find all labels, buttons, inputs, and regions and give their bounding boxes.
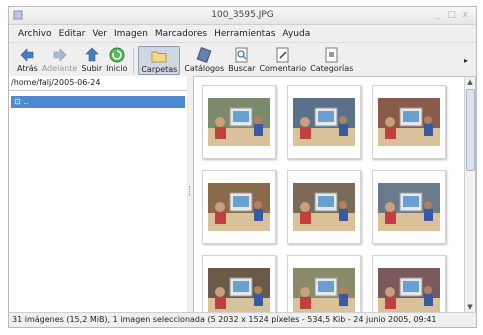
folder-tree: ⊡ ..	[11, 96, 185, 108]
search-icon	[235, 47, 248, 62]
thumbnail-item[interactable]	[202, 170, 276, 244]
scroll-down-icon[interactable]: ▼	[465, 302, 475, 312]
tree-item-parent[interactable]: ⊡ ..	[11, 96, 185, 108]
menu-marcadores[interactable]: Marcadores	[155, 29, 207, 39]
catalog-icon	[196, 46, 212, 63]
scrollbar-thumb[interactable]	[466, 89, 475, 171]
up-label: Subir	[81, 64, 103, 73]
window-title: 100_3595.JPG	[211, 10, 274, 20]
thumbnail-item[interactable]	[287, 85, 361, 159]
photo-thumbnail-image	[293, 98, 355, 146]
forward-label: Adelante	[41, 64, 78, 73]
photo-thumbnail-image	[293, 183, 355, 231]
vertical-scrollbar[interactable]: ▲ ▼	[464, 77, 475, 312]
window-controls[interactable]: _ □ x	[436, 10, 470, 20]
back-button[interactable]: Atrás	[17, 46, 38, 73]
menu-herramientas[interactable]: Herramientas	[214, 29, 275, 39]
categories-label: Categorías	[310, 64, 354, 73]
catalogs-button[interactable]: Catálogos	[184, 46, 224, 73]
folder-up-icon: ⊡	[14, 97, 24, 106]
arrow-right-icon	[53, 47, 67, 62]
thumbnail-item[interactable]	[287, 255, 361, 312]
menu-imagen[interactable]: Imagen	[114, 29, 148, 39]
thumbnail-item[interactable]	[372, 170, 446, 244]
comment-icon	[276, 47, 289, 62]
categories-button[interactable]: Categorías	[310, 46, 353, 73]
menu-archivo[interactable]: Archivo	[18, 29, 52, 39]
thumbnail-item[interactable]	[287, 170, 361, 244]
photo-thumbnail-image	[208, 268, 270, 312]
search-button[interactable]: Buscar	[228, 46, 255, 73]
thumbnail-item[interactable]	[372, 255, 446, 312]
tree-item-label: ..	[23, 97, 29, 106]
comment-label: Comentario	[259, 64, 307, 73]
catalogs-label: Catálogos	[184, 64, 225, 73]
toolbar-separator	[133, 48, 135, 74]
home-icon	[109, 47, 125, 62]
status-bar: 31 imágenes (15,2 MiB), 1 imagen selecci…	[9, 312, 476, 327]
categories-icon	[325, 47, 338, 62]
search-label: Buscar	[228, 64, 256, 73]
splitter-grip[interactable]	[189, 186, 192, 196]
photo-thumbnail-image	[378, 183, 440, 231]
forward-button[interactable]: Adelante	[41, 46, 78, 73]
comment-button[interactable]: Comentario	[259, 46, 306, 73]
thumbnail-view: ▲ ▼	[193, 76, 476, 313]
thumbnail-item[interactable]	[372, 85, 446, 159]
home-label: Inicio	[106, 64, 128, 73]
photo-thumbnail-image	[208, 98, 270, 146]
main-content: /home/falj/2005-06-24 ⊡ .. ▲ ▼	[9, 76, 476, 313]
thumbnail-item[interactable]	[202, 85, 276, 159]
menu-ver[interactable]: Ver	[92, 29, 107, 39]
menu-ayuda[interactable]: Ayuda	[282, 29, 310, 39]
folders-label: Carpetas	[141, 65, 178, 74]
title-bar[interactable]: 100_3595.JPG _ □ x	[9, 7, 476, 25]
photo-thumbnail-image	[378, 98, 440, 146]
photo-thumbnail-image	[378, 268, 440, 312]
folder-pane: /home/falj/2005-06-24 ⊡ ..	[9, 76, 188, 313]
home-button[interactable]: Inicio	[106, 46, 127, 73]
path-field[interactable]: /home/falj/2005-06-24	[9, 76, 187, 91]
thumbnail-item[interactable]	[202, 255, 276, 312]
photo-thumbnail-image	[293, 268, 355, 312]
menu-editar[interactable]: Editar	[59, 29, 86, 39]
folders-button[interactable]: Carpetas	[138, 46, 181, 75]
toolbar-overflow-icon[interactable]: ▸	[464, 56, 468, 65]
arrow-left-icon	[20, 47, 34, 62]
arrow-up-icon	[85, 47, 99, 61]
back-label: Atrás	[17, 64, 38, 73]
scroll-up-icon[interactable]: ▲	[465, 77, 475, 87]
photo-thumbnail-image	[208, 183, 270, 231]
folder-icon	[151, 51, 167, 62]
up-button[interactable]: Subir	[81, 46, 102, 73]
menu-bar: Archivo Editar Ver Imagen Marcadores Her…	[9, 25, 476, 43]
app-window: 100_3595.JPG _ □ x Archivo Editar Ver Im…	[8, 6, 477, 328]
